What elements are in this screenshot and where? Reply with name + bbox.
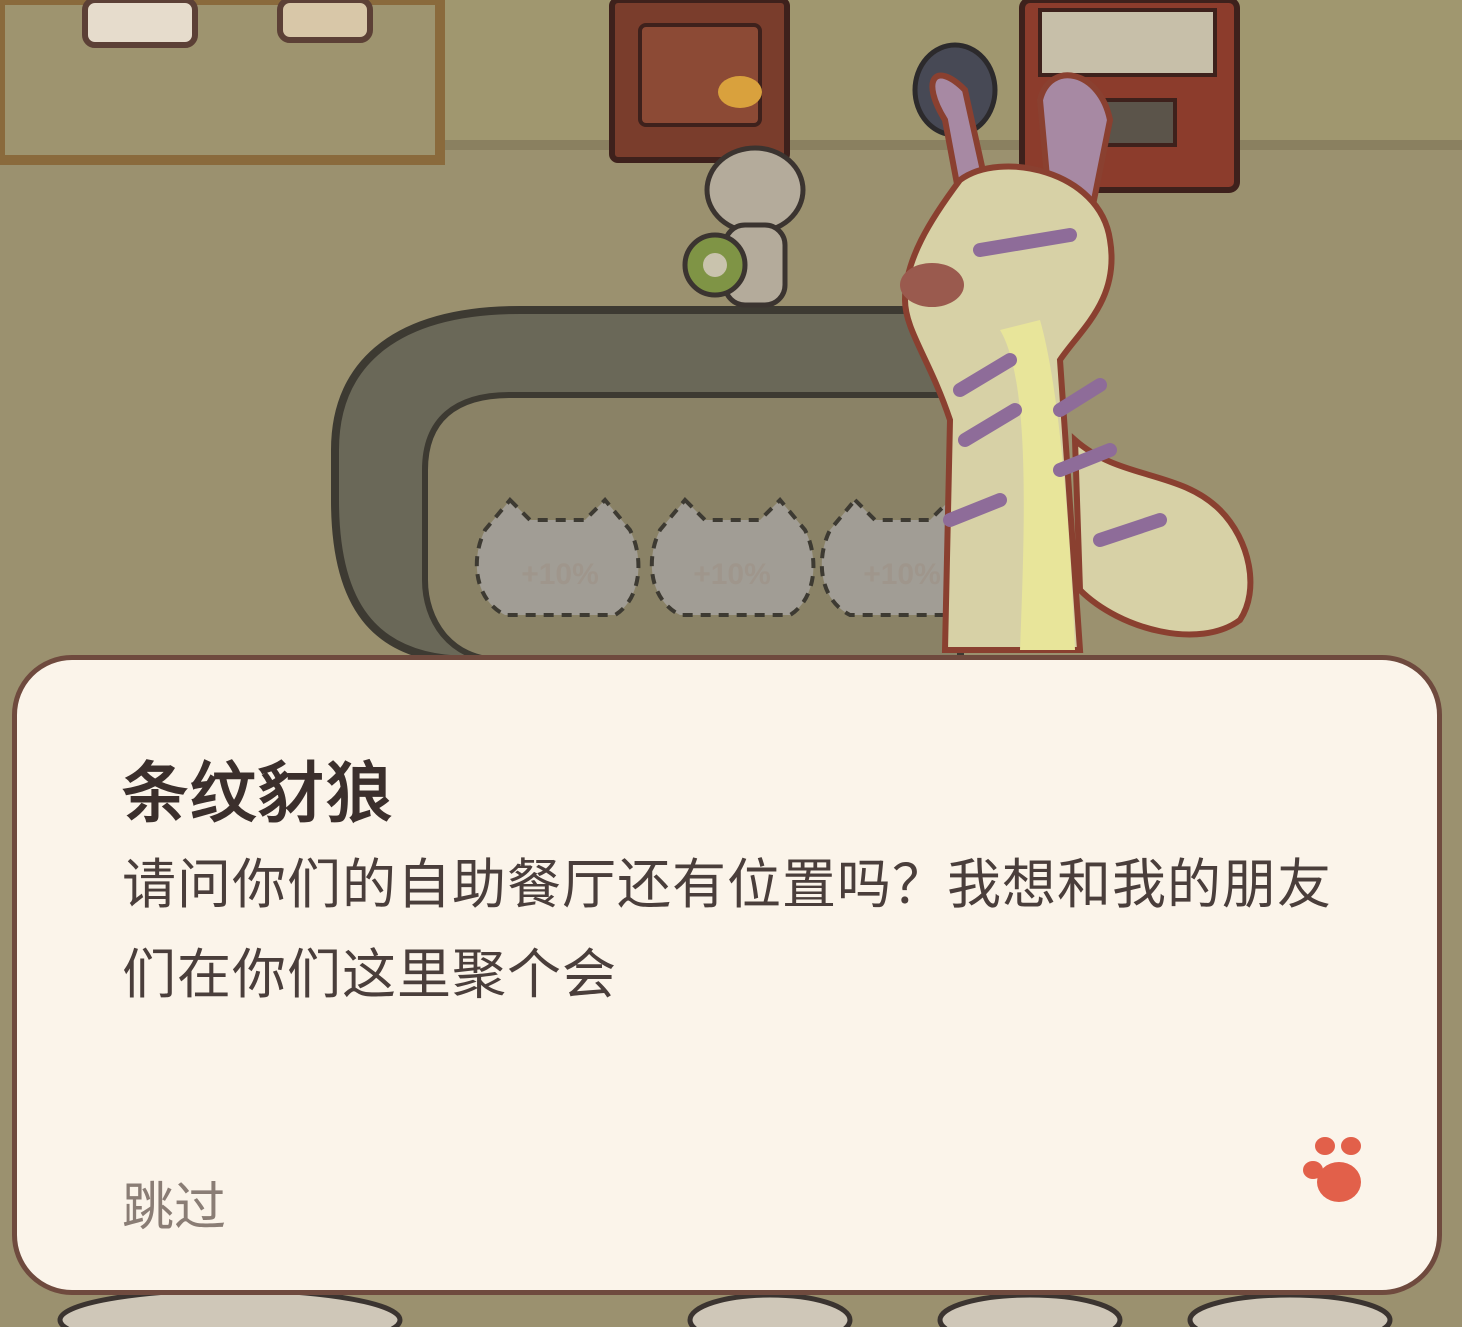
wooden-shelf [0,0,445,165]
dialog-message: 请问你们的自助餐厅还有位置吗？我想和我的朋友们在你们这里聚个会 [122,853,1332,1006]
skip-button[interactable]: 跳过 [122,1165,226,1240]
wooden-cabinet [609,0,790,163]
dialog-box[interactable]: 条纹豺狼 请问你们的自助餐厅还有位置吗？我想和我的朋友们在你们这里聚个会 跳过 [12,655,1442,1295]
bonus-label: +10% [863,558,941,591]
bonus-label: +10% [521,558,599,591]
paw-icon[interactable] [1295,1130,1375,1210]
speaker-name: 条纹豺狼 [122,755,394,832]
bonus-label: +10% [693,558,771,591]
